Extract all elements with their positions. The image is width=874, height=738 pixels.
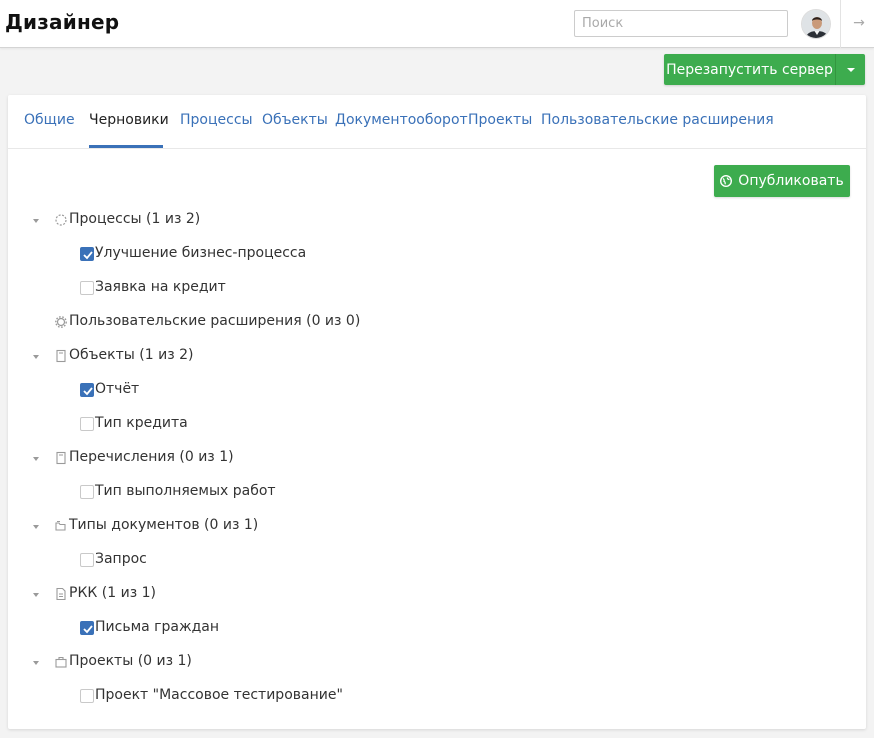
tree-group-user-extensions: Пользовательские расширения (0 из 0): [8, 313, 708, 333]
checkbox[interactable]: [80, 247, 94, 261]
tree-item[interactable]: Заявка на кредит: [8, 279, 708, 299]
active-tab-indicator: [89, 145, 163, 148]
checkbox[interactable]: [80, 281, 94, 295]
tab-processes[interactable]: Процессы: [180, 112, 253, 128]
tab-projects[interactable]: Проекты: [468, 112, 532, 128]
tree-group-enumerations: Перечисления (0 из 1): [8, 449, 708, 469]
tree-item[interactable]: Письма граждан: [8, 619, 708, 639]
checkbox[interactable]: [80, 383, 94, 397]
collapse-arrow-icon[interactable]: [33, 661, 39, 665]
avatar[interactable]: [801, 9, 831, 39]
gear-icon: [55, 316, 67, 328]
tree-item-label: Письма граждан: [95, 619, 220, 635]
object-icon: [56, 349, 66, 363]
top-bar: Дизайнер →: [0, 0, 874, 48]
tree-item[interactable]: Запрос: [8, 551, 708, 571]
checkbox[interactable]: [80, 417, 94, 431]
header-divider: [840, 0, 841, 48]
tab-user-extensions[interactable]: Пользовательские расширения: [541, 112, 774, 128]
briefcase-icon: [55, 656, 67, 668]
tree-group-document-types: Типы документов (0 из 1): [8, 517, 708, 537]
tab-drafts[interactable]: Черновики: [89, 112, 169, 128]
logout-icon[interactable]: →: [849, 13, 869, 33]
tab-general[interactable]: Общие: [24, 112, 75, 128]
tree-item-label: Улучшение бизнес-процесса: [95, 245, 307, 261]
collapse-arrow-icon[interactable]: [33, 355, 39, 359]
tree-group-label: Процессы (1 из 2): [69, 211, 201, 227]
tree-group-objects: Объекты (1 из 2): [8, 347, 708, 367]
process-icon: [55, 214, 67, 226]
publish-label: Опубликовать: [738, 173, 844, 189]
tree-item[interactable]: Тип кредита: [8, 415, 708, 435]
app-title: Дизайнер: [5, 10, 120, 34]
tree-item-label: Проект "Массовое тестирование": [95, 687, 343, 703]
checkbox[interactable]: [80, 553, 94, 567]
tree-item[interactable]: Улучшение бизнес-процесса: [8, 245, 708, 265]
tree-item[interactable]: Проект "Массовое тестирование": [8, 687, 708, 707]
search-input[interactable]: [574, 10, 788, 37]
tree-item-label: Отчёт: [95, 381, 140, 397]
restart-server-button[interactable]: Перезапустить сервер: [664, 54, 835, 85]
document-icon: [56, 587, 66, 601]
tab-document-flow[interactable]: Документооборот: [335, 112, 468, 128]
collapse-arrow-icon[interactable]: [33, 525, 39, 529]
globe-icon: [720, 175, 733, 187]
main-card: Общие Черновики Процессы Объекты Докумен…: [8, 95, 866, 729]
tree-group-label: РКК (1 из 1): [69, 585, 156, 601]
tab-objects[interactable]: Объекты: [262, 112, 328, 128]
tree-group-projects: Проекты (0 из 1): [8, 653, 708, 673]
tree-item-label: Тип выполняемых работ: [95, 483, 276, 499]
tree-group-label: Объекты (1 из 2): [69, 347, 194, 363]
tree-group-label: Пользовательские расширения (0 из 0): [69, 313, 361, 329]
enum-icon: [56, 451, 66, 465]
checkbox[interactable]: [80, 485, 94, 499]
restart-server-group: Перезапустить сервер: [664, 54, 865, 85]
tree-item-label: Запрос: [95, 551, 147, 567]
publish-button[interactable]: Опубликовать: [714, 165, 850, 197]
checkbox[interactable]: [80, 689, 94, 703]
tab-bar: Общие Черновики Процессы Объекты Докумен…: [8, 95, 866, 149]
tree-group-rkk: РКК (1 из 1): [8, 585, 708, 605]
collapse-arrow-icon[interactable]: [33, 219, 39, 223]
chevron-down-icon: [846, 67, 855, 72]
tree-item[interactable]: Отчёт: [8, 381, 708, 401]
tree-item-label: Заявка на кредит: [95, 279, 226, 295]
tree-group-processes: Процессы (1 из 2): [8, 211, 708, 231]
collapse-arrow-icon[interactable]: [33, 457, 39, 461]
tree-group-label: Типы документов (0 из 1): [69, 517, 259, 533]
tree-group-label: Перечисления (0 из 1): [69, 449, 234, 465]
folder-icon: [55, 521, 66, 531]
checkbox[interactable]: [80, 621, 94, 635]
tree-item[interactable]: Тип выполняемых работ: [8, 483, 708, 503]
tree-item-label: Тип кредита: [95, 415, 188, 431]
restart-options-button[interactable]: [835, 54, 865, 85]
tree-group-label: Проекты (0 из 1): [69, 653, 192, 669]
collapse-arrow-icon[interactable]: [33, 593, 39, 597]
